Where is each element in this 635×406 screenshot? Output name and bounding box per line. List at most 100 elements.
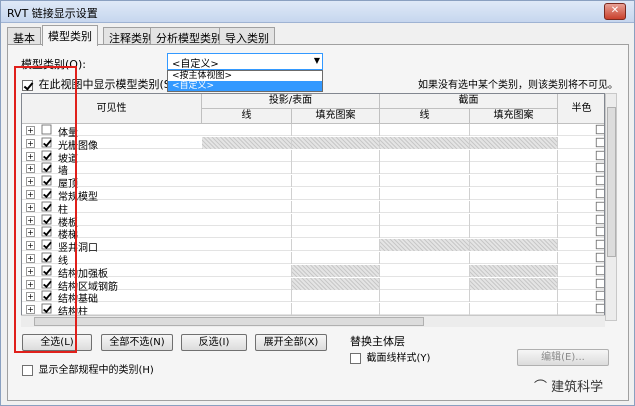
override-cell[interactable] xyxy=(202,252,292,264)
override-cell[interactable] xyxy=(292,213,380,226)
override-cell[interactable] xyxy=(292,226,380,239)
override-cell[interactable] xyxy=(470,239,558,252)
expand-icon[interactable]: + xyxy=(26,164,35,174)
override-cell[interactable] xyxy=(380,277,470,290)
override-cell[interactable] xyxy=(292,175,380,188)
expand-icon[interactable]: + xyxy=(26,266,35,276)
override-cell[interactable] xyxy=(292,136,380,149)
halftone-checkbox[interactable] xyxy=(595,150,604,160)
model-category-select[interactable]: <自定义> ▼ xyxy=(167,53,323,70)
vertical-scrollbar[interactable] xyxy=(605,93,617,321)
override-cell[interactable] xyxy=(292,162,380,175)
category-visibility-checkbox[interactable] xyxy=(41,303,52,314)
halftone-checkbox[interactable] xyxy=(595,214,604,224)
override-cell[interactable] xyxy=(202,162,292,175)
expand-icon[interactable]: + xyxy=(26,138,35,148)
halftone-checkbox[interactable] xyxy=(595,124,604,135)
override-cell[interactable] xyxy=(470,277,558,290)
category-visibility-checkbox[interactable] xyxy=(41,252,52,263)
expand-icon[interactable]: + xyxy=(26,241,35,251)
expand-icon[interactable]: + xyxy=(26,190,35,199)
close-button[interactable]: ✕ xyxy=(604,3,626,20)
override-cell[interactable] xyxy=(470,303,558,316)
table-row[interactable]: + 结构柱 xyxy=(22,303,604,318)
halftone-checkbox[interactable] xyxy=(595,163,604,173)
dropdown-option-custom[interactable]: <自定义> xyxy=(168,81,322,91)
override-cell[interactable] xyxy=(470,136,558,149)
table-row[interactable]: + 线 xyxy=(22,252,604,267)
override-cell[interactable] xyxy=(202,290,292,303)
table-row[interactable]: + 墙 xyxy=(22,162,604,177)
override-cell[interactable] xyxy=(202,264,292,277)
override-cell[interactable] xyxy=(380,188,470,200)
override-cell[interactable] xyxy=(470,264,558,277)
override-cell[interactable] xyxy=(380,226,470,239)
expand-icon[interactable]: + xyxy=(26,202,35,212)
override-cell[interactable] xyxy=(380,239,470,252)
table-row[interactable]: + 常规模型 xyxy=(22,188,604,203)
override-cell[interactable] xyxy=(380,200,470,213)
table-row[interactable]: + 楼板 xyxy=(22,213,604,229)
halftone-checkbox[interactable] xyxy=(595,137,604,147)
override-cell[interactable] xyxy=(292,188,380,200)
expand-all-button[interactable]: 展开全部(X) xyxy=(255,334,327,351)
table-row[interactable]: + 体量 xyxy=(22,124,604,139)
category-visibility-checkbox[interactable] xyxy=(41,137,52,148)
override-cell[interactable] xyxy=(202,239,292,252)
override-cell[interactable] xyxy=(292,239,380,252)
table-row[interactable]: + 柱 xyxy=(22,200,604,216)
override-cell[interactable] xyxy=(380,162,470,175)
override-cell[interactable] xyxy=(202,136,292,149)
table-row[interactable]: + 结构基础 xyxy=(22,290,604,305)
expand-icon[interactable]: + xyxy=(26,126,35,135)
override-cell[interactable] xyxy=(202,175,292,188)
horizontal-scrollbar[interactable] xyxy=(21,315,605,327)
override-cell[interactable] xyxy=(470,200,558,213)
override-cell[interactable] xyxy=(292,149,380,162)
dropdown-option-host-view[interactable]: <按主体视图> xyxy=(168,71,322,81)
category-visibility-checkbox[interactable] xyxy=(41,290,52,301)
override-cell[interactable] xyxy=(470,175,558,188)
edit-button[interactable]: 编辑(E)... xyxy=(517,349,609,366)
show-in-view-checkbox-row[interactable]: 在此视图中显示模型类别(S) xyxy=(22,76,175,92)
override-cell[interactable] xyxy=(292,264,380,277)
override-cell[interactable] xyxy=(202,188,292,200)
tab-model-categories[interactable]: 模型类别 xyxy=(42,25,98,46)
expand-icon[interactable]: + xyxy=(26,305,35,315)
table-row[interactable]: + 屋顶 xyxy=(22,175,604,190)
category-visibility-checkbox[interactable] xyxy=(41,278,52,289)
override-cell[interactable] xyxy=(380,124,470,136)
halftone-checkbox[interactable] xyxy=(595,304,604,314)
tab-basic[interactable]: 基本 xyxy=(7,27,41,45)
tab-import-categories[interactable]: 导入类别 xyxy=(219,27,275,45)
table-row[interactable]: + 光栅图像 xyxy=(22,136,604,152)
expand-icon[interactable]: + xyxy=(26,177,35,187)
table-row[interactable]: + 竖井洞口 xyxy=(22,239,604,254)
halftone-checkbox[interactable] xyxy=(595,240,604,250)
override-cell[interactable] xyxy=(470,226,558,239)
override-cell[interactable] xyxy=(202,200,292,213)
halftone-checkbox[interactable] xyxy=(595,176,604,186)
override-cell[interactable] xyxy=(380,136,470,149)
table-row[interactable]: + 结构加强板 xyxy=(22,264,604,280)
override-cell[interactable] xyxy=(202,303,292,316)
expand-icon[interactable]: + xyxy=(26,151,35,161)
expand-icon[interactable]: + xyxy=(26,279,35,289)
category-visibility-checkbox[interactable] xyxy=(41,214,52,225)
category-visibility-checkbox[interactable] xyxy=(41,175,52,186)
override-cell[interactable] xyxy=(470,162,558,175)
override-cell[interactable] xyxy=(380,175,470,188)
cut-line-style-checkbox[interactable] xyxy=(350,352,361,364)
tab-analytical-model-categories[interactable]: 分析模型类别 xyxy=(150,27,228,45)
override-cell[interactable] xyxy=(292,277,380,290)
override-cell[interactable] xyxy=(470,149,558,162)
category-visibility-checkbox[interactable] xyxy=(41,162,52,173)
category-visibility-checkbox[interactable] xyxy=(41,124,52,135)
cut-line-style-row[interactable]: 截面线样式(Y) xyxy=(350,349,430,364)
halftone-checkbox[interactable] xyxy=(595,227,604,237)
override-cell[interactable] xyxy=(470,124,558,136)
halftone-checkbox[interactable] xyxy=(595,252,604,263)
select-none-button[interactable]: 全部不选(N) xyxy=(101,334,173,351)
override-cell[interactable] xyxy=(202,277,292,290)
table-row[interactable]: + 楼梯 xyxy=(22,226,604,241)
